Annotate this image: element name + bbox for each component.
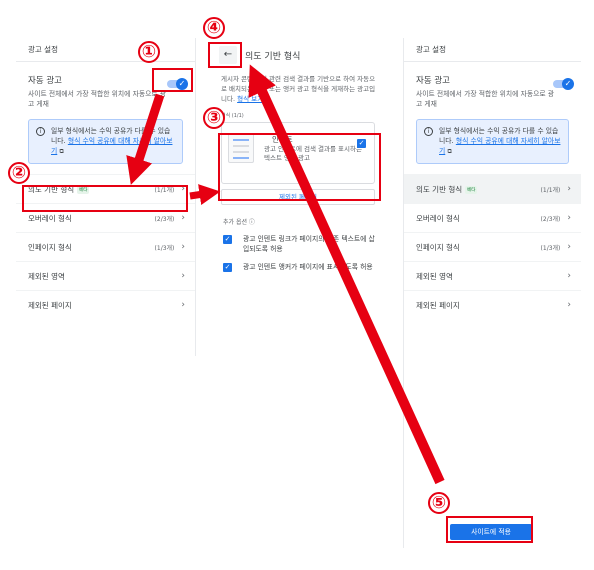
auto-ads-description: 사이트 전체에서 가장 적합한 위치에 자동으로 광고 게재: [416, 90, 555, 108]
revenue-share-link[interactable]: 형식 수익 공유에 대해 자세히 알아보기: [439, 137, 560, 155]
list-item-label: 제외된 영역: [416, 271, 453, 281]
ad-settings-panel-right: 광고 설정 자동 광고 사이트 전체에서 가장 적합한 위치에 자동으로 광고 …: [403, 38, 581, 548]
option-checkbox[interactable]: ✓: [223, 263, 232, 272]
format-view-link[interactable]: 형식 보기: [237, 95, 263, 103]
highlight-intent-formats-item: [22, 185, 188, 212]
extra-option-row[interactable]: ✓ 광고 인텐트 앵커가 페이지에 표시되도록 허용: [219, 262, 381, 274]
external-link-icon: ⧉: [447, 148, 452, 155]
list-item-label: 오버레이 형식: [28, 213, 72, 223]
step-1-marker: ①: [138, 41, 160, 63]
auto-ads-description: 사이트 전체에서 가장 적합한 위치에 자동으로 광고 게재: [28, 90, 167, 108]
chevron-right-icon: ›: [181, 242, 185, 252]
list-item-intent-formats[interactable]: 의도 기반 형식 베타 (1/1개) ›: [404, 174, 581, 203]
list-item-label: 인페이지 형식: [416, 242, 460, 252]
beta-badge: 베타: [465, 185, 478, 194]
list-item-label: 인페이지 형식: [28, 242, 72, 252]
chevron-right-icon: ›: [567, 242, 571, 252]
list-item-excluded-pages[interactable]: 제외된 페이지 ›: [404, 290, 581, 319]
list-item-label: 제외된 페이지: [28, 300, 72, 310]
chevron-right-icon: ›: [567, 184, 571, 194]
chevron-right-icon: ›: [181, 271, 185, 281]
list-item-excluded-pages[interactable]: 제외된 페이지 ›: [16, 290, 195, 319]
auto-ads-title: 자동 광고: [416, 76, 450, 86]
list-item-excluded-areas[interactable]: 제외된 영역 ›: [404, 261, 581, 290]
list-item-label: 오버레이 형식: [416, 213, 460, 223]
highlight-format-card: [218, 133, 381, 201]
list-item-overlay-formats[interactable]: 오버레이 형식 (2/3개) ›: [404, 203, 581, 232]
revenue-share-link[interactable]: 형식 수익 공유에 대해 자세히 알아보기: [51, 137, 172, 155]
list-item-excluded-areas[interactable]: 제외된 영역 ›: [16, 261, 195, 290]
step-5-marker: ⑤: [428, 492, 450, 514]
chevron-right-icon: ›: [567, 300, 571, 310]
list-item-count: (2/3개): [540, 215, 561, 223]
list-item-count: (1/3개): [154, 244, 175, 252]
info-icon: i: [424, 127, 433, 136]
panel-title: 의도 기반 형식: [245, 51, 301, 62]
help-icon[interactable]: ⓘ: [249, 219, 255, 226]
option-label: 광고 인텐트 링크가 페이지의 기존 텍스트에 삽입되도록 허용: [243, 235, 375, 253]
list-item-inpage-formats[interactable]: 인페이지 형식 (1/3개) ›: [404, 232, 581, 261]
option-label: 광고 인텐트 앵커가 페이지에 표시되도록 허용: [243, 263, 373, 271]
highlight-apply-button: [446, 516, 533, 543]
list-item-count: (2/3개): [154, 215, 175, 223]
external-link-icon: ⧉: [59, 148, 64, 155]
panel-title: 광고 설정: [16, 38, 195, 62]
panel-description: 게시자 콘텐츠 및 관련 검색 결과를 기반으로 하여 자동으로 배치되는 링크…: [213, 72, 385, 104]
step-3-marker: ③: [203, 107, 225, 129]
highlight-auto-ads-toggle: [152, 68, 193, 92]
highlight-back-button: [208, 42, 242, 68]
list-item-label: 제외된 영역: [28, 271, 65, 281]
list-item-label: 제외된 페이지: [416, 300, 460, 310]
auto-ads-row: 자동 광고 사이트 전체에서 가장 적합한 위치에 자동으로 광고 게재 ✓: [404, 62, 581, 109]
chevron-right-icon: ›: [181, 213, 185, 223]
extra-option-row[interactable]: ✓ 광고 인텐트 링크가 페이지의 기존 텍스트에 삽입되도록 허용: [219, 234, 381, 254]
chevron-right-icon: ›: [567, 213, 571, 223]
list-item-count: (1/3개): [540, 244, 561, 252]
info-box: i 일부 형식에서는 수익 공유가 다를 수 있습니다. 형식 수익 공유에 대…: [28, 119, 183, 164]
option-checkbox[interactable]: ✓: [223, 235, 232, 244]
info-box: i 일부 형식에서는 수익 공유가 다를 수 있습니다. 형식 수익 공유에 대…: [416, 119, 569, 164]
check-icon: ✓: [562, 77, 574, 90]
step-2-marker: ②: [8, 162, 30, 184]
auto-ads-toggle[interactable]: ✓: [553, 77, 574, 90]
chevron-right-icon: ›: [181, 300, 185, 310]
list-item-inpage-formats[interactable]: 인페이지 형식 (1/3개) ›: [16, 232, 195, 261]
step-4-marker: ④: [203, 17, 225, 39]
list-item-label: 의도 기반 형식: [416, 184, 463, 194]
list-item-count: (1/1개): [540, 186, 561, 194]
format-count-label: 형식 (1/1): [221, 113, 244, 119]
panel-title: 광고 설정: [404, 38, 581, 62]
chevron-right-icon: ›: [567, 271, 571, 281]
extra-options-title: 추가 옵션 ⓘ: [223, 219, 255, 226]
info-icon: i: [36, 127, 45, 136]
format-list: 의도 기반 형식 베타 (1/1개) › 오버레이 형식 (2/3개) › 인페이…: [404, 174, 581, 319]
